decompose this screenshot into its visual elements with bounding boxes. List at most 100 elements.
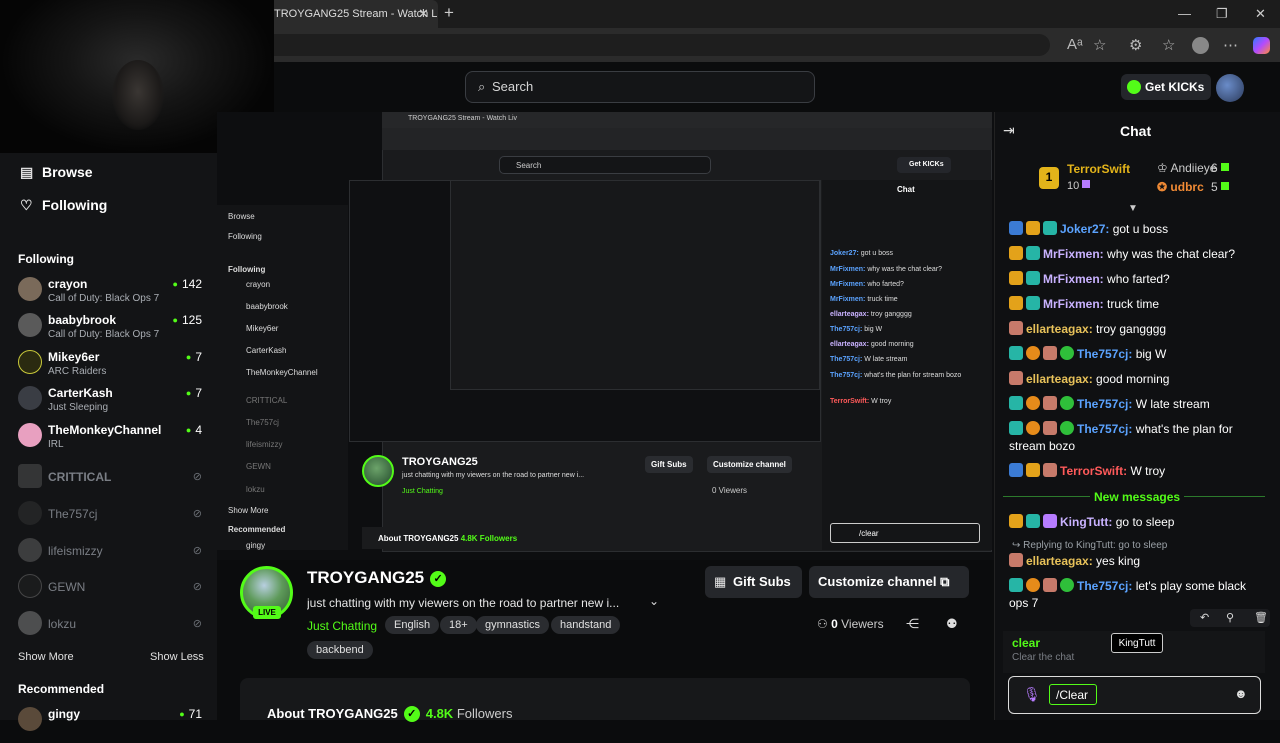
sidebar-item-crayon[interactable]: crayon Call of Duty: Black Ops 7 142 [18, 277, 208, 313]
pinned-handle-icon[interactable]: ▼ [1128, 203, 1138, 214]
emoji-icon[interactable]: ☻ [1234, 686, 1248, 701]
new-tab-button[interactable]: + [444, 3, 454, 23]
browser-tab[interactable]: TROYGANG25 Stream - Watch Li [262, 0, 438, 28]
nested-address-bar [382, 128, 992, 150]
nested-gift-subs: Gift Subs [645, 456, 693, 473]
chevron-down-icon[interactable]: ⌄ [649, 594, 659, 608]
chat-input[interactable] [1008, 676, 1261, 714]
url-field[interactable] [220, 34, 1050, 56]
nested-chat-line: Joker27: got u boss [830, 250, 894, 257]
crown-icon: ♔ [1157, 161, 1168, 175]
sidebar-item-gewn[interactable]: GEWN ⊘ [18, 574, 208, 610]
chat-title: Chat [1120, 123, 1152, 139]
profile-icon[interactable] [1192, 37, 1209, 54]
reply-icon[interactable]: ↶ [1200, 611, 1209, 624]
channel-name: baabybrook [48, 313, 117, 327]
sidebar-item-gingy[interactable]: gingy 71 [18, 707, 208, 743]
extensions-icon[interactable]: ⚙ [1129, 36, 1142, 54]
nested-chat-line: The757cj: what's the plan for stream boz… [830, 372, 962, 379]
search-icon: ⌕ [478, 79, 486, 94]
show-more-button[interactable]: Show More [18, 651, 74, 663]
tab-close-icon[interactable]: ✕ [418, 6, 429, 22]
nested-sidebar [217, 205, 348, 550]
sidebar-item-themonkeychannel[interactable]: TheMonkeyChannel IRL 4 [18, 423, 208, 459]
nested-following: Following [228, 232, 262, 241]
channel-category: ARC Raiders [48, 366, 107, 377]
share-icon[interactable]: ⋲ [906, 616, 919, 632]
pin-icon[interactable]: ⚲ [1226, 611, 1234, 624]
collapse-chat-icon[interactable]: ⇥ [1003, 122, 1015, 139]
sidebar-browse[interactable]: ▤ Browse [20, 164, 93, 181]
user-avatar[interactable] [1216, 74, 1244, 102]
tag-gymnastics[interactable]: gymnastics [476, 616, 550, 634]
viewers-icon: ⚇ [817, 617, 828, 631]
microphone-icon[interactable]: 🎙 [1023, 686, 1041, 703]
stream-category-link[interactable]: Just Chatting [307, 619, 377, 633]
leaderboard-name[interactable]: TerrorSwift [1067, 162, 1130, 176]
chat-message[interactable]: The757cj: W late stream [1009, 396, 1267, 413]
nested-channel: The757cj [246, 418, 279, 427]
sidebar-item-lokzu[interactable]: lokzu ⊘ [18, 611, 208, 647]
nested-chat-input: /clear [830, 523, 980, 543]
show-less-button[interactable]: Show Less [150, 651, 204, 663]
nested-stream-name: TROYGANG25 [402, 456, 478, 468]
favorites-icon[interactable]: ☆ [1162, 36, 1175, 54]
streamer-name[interactable]: TROYGANG25 ✓ [307, 568, 447, 588]
sidebar-following[interactable]: ♡ Following [20, 197, 107, 214]
sidebar-item-baabybrook[interactable]: baabybrook Call of Duty: Black Ops 7 125 [18, 313, 208, 349]
chat-input-value[interactable]: /Clear [1049, 684, 1097, 705]
avatar [18, 350, 42, 374]
chat-message[interactable]: MrFixmen: why was the chat clear? [1009, 246, 1267, 263]
sidebar-item-mikey6er[interactable]: Mikey6er ARC Raiders 7 [18, 350, 208, 386]
nested-channel: Mikey6er [246, 324, 279, 333]
chat-message[interactable]: ellarteagax: troy gangggg [1009, 321, 1267, 338]
avatar [18, 611, 42, 635]
favorite-star-icon[interactable]: ☆ [1093, 36, 1106, 54]
sidebar-item-the757cj[interactable]: The757cj ⊘ [18, 501, 208, 537]
sidebar-item-carterkash[interactable]: CarterKash Just Sleeping 7 [18, 386, 208, 422]
avatar [18, 707, 42, 731]
chat-message[interactable]: Joker27: got u boss [1009, 221, 1267, 238]
maximize-button[interactable]: ❐ [1216, 6, 1228, 22]
nested-channel: crayon [246, 280, 271, 289]
chat-message[interactable]: KingTutt: go to sleep [1009, 514, 1267, 531]
sidebar-item-crittical[interactable]: CRITTICAL ⊘ [18, 464, 208, 500]
chat-message[interactable]: The757cj: let's play some black ops 7 [1009, 578, 1267, 612]
nested-recommended: Recommended [228, 525, 286, 534]
leaderboard-count: 5 [1211, 180, 1229, 194]
channel-category: IRL [48, 439, 64, 450]
chat-message[interactable]: ellarteagax: yes king [1009, 553, 1267, 570]
tag-english[interactable]: English [385, 616, 440, 634]
close-window-button[interactable]: ✕ [1255, 6, 1266, 22]
chat-message[interactable]: ellarteagax: good morning [1009, 371, 1267, 388]
read-aloud-icon[interactable]: Aᵃ [1067, 36, 1083, 53]
nested-channel: CarterKash [246, 346, 287, 355]
more-menu-icon[interactable]: ⋯ [1223, 36, 1238, 54]
following-heading: Following [18, 252, 74, 266]
chat-message[interactable]: The757cj: what's the plan for stream boz… [1009, 421, 1267, 455]
customize-channel-button[interactable]: Customize channel ⧉ [809, 566, 969, 598]
chat-message[interactable]: The757cj: big W [1009, 346, 1267, 363]
offline-icon: ⊘ [192, 581, 202, 593]
chat-message[interactable]: MrFixmen: truck time [1009, 296, 1267, 313]
chat-message[interactable]: TerrorSwift: W troy [1009, 463, 1267, 480]
nested-chat-line: The757cj: W late stream [830, 356, 908, 363]
nested-following-heading: Following [228, 265, 266, 274]
delete-icon[interactable]: 🗑 [1254, 611, 1268, 624]
tag-18plus[interactable]: 18+ [440, 616, 477, 634]
leaderboard-name[interactable]: ✪ udbrc [1157, 180, 1204, 194]
channel-name: The757cj [48, 507, 98, 521]
leaderboard-name[interactable]: ♔ Andiieye [1157, 161, 1216, 175]
minimize-button[interactable]: — [1178, 6, 1191, 21]
channel-name: CRITTICAL [48, 470, 112, 484]
search-placeholder: Search [492, 79, 534, 94]
webcam-face [112, 60, 164, 130]
tag-backbend[interactable]: backbend [307, 641, 373, 659]
tag-handstand[interactable]: handstand [551, 616, 621, 634]
sidebar-item-lifeismizzy[interactable]: lifeismizzy ⊘ [18, 538, 208, 574]
channel-category: Call of Duty: Black Ops 7 [48, 293, 160, 304]
copilot-icon[interactable] [1253, 37, 1270, 54]
channel-name: lokzu [48, 617, 77, 631]
follow-icon[interactable]: ⚉ [946, 616, 958, 632]
chat-message[interactable]: MrFixmen: who farted? [1009, 271, 1267, 288]
